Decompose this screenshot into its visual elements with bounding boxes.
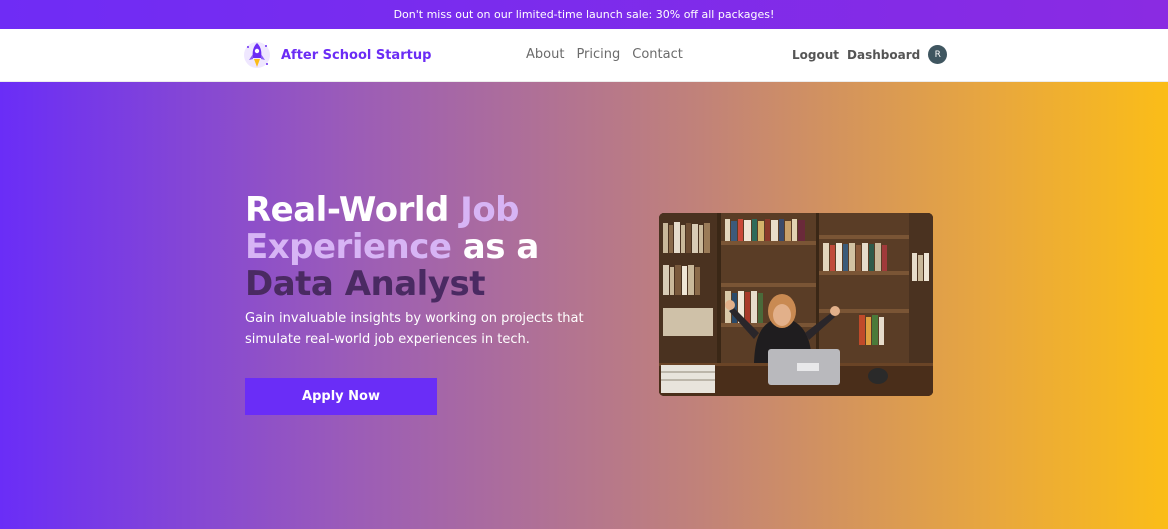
brand-name: After School Startup bbox=[281, 47, 432, 63]
apply-now-button[interactable]: Apply Now bbox=[245, 378, 437, 415]
hero-section: Real-World Job Experience as a Data Anal… bbox=[0, 82, 1168, 529]
hero-image bbox=[659, 213, 933, 396]
headline-part-job: Job bbox=[460, 190, 520, 230]
headline-part-as-a: as a bbox=[451, 227, 539, 267]
hero-subtext: Gain invaluable insights by working on p… bbox=[245, 311, 584, 347]
brand[interactable]: After School Startup bbox=[243, 40, 431, 70]
promo-banner: Don't miss out on our limited-time launc… bbox=[0, 0, 1168, 29]
headline-part-real-world: Real-World bbox=[245, 190, 461, 230]
nav-link-about[interactable]: About bbox=[526, 47, 564, 62]
nav-link-contact[interactable]: Contact bbox=[632, 47, 683, 62]
account-actions: Logout Dashboard R bbox=[792, 45, 948, 64]
avatar[interactable]: R bbox=[928, 45, 948, 64]
headline-part-role: Data Analyst bbox=[245, 264, 485, 304]
library-photo-icon bbox=[659, 213, 933, 396]
top-navigation: After School Startup About Pricing Conta… bbox=[0, 29, 1168, 82]
headline-part-experience: Experience bbox=[245, 227, 452, 267]
nav-links: About Pricing Contact bbox=[526, 47, 683, 62]
logout-button[interactable]: Logout bbox=[792, 48, 839, 62]
rocket-logo-icon bbox=[244, 42, 270, 68]
nav-link-pricing[interactable]: Pricing bbox=[576, 47, 620, 62]
promo-text: Don't miss out on our limited-time launc… bbox=[393, 8, 775, 21]
hero-headline: Real-World Job Experience as a Data Anal… bbox=[245, 192, 605, 303]
dashboard-link[interactable]: Dashboard bbox=[847, 48, 920, 62]
